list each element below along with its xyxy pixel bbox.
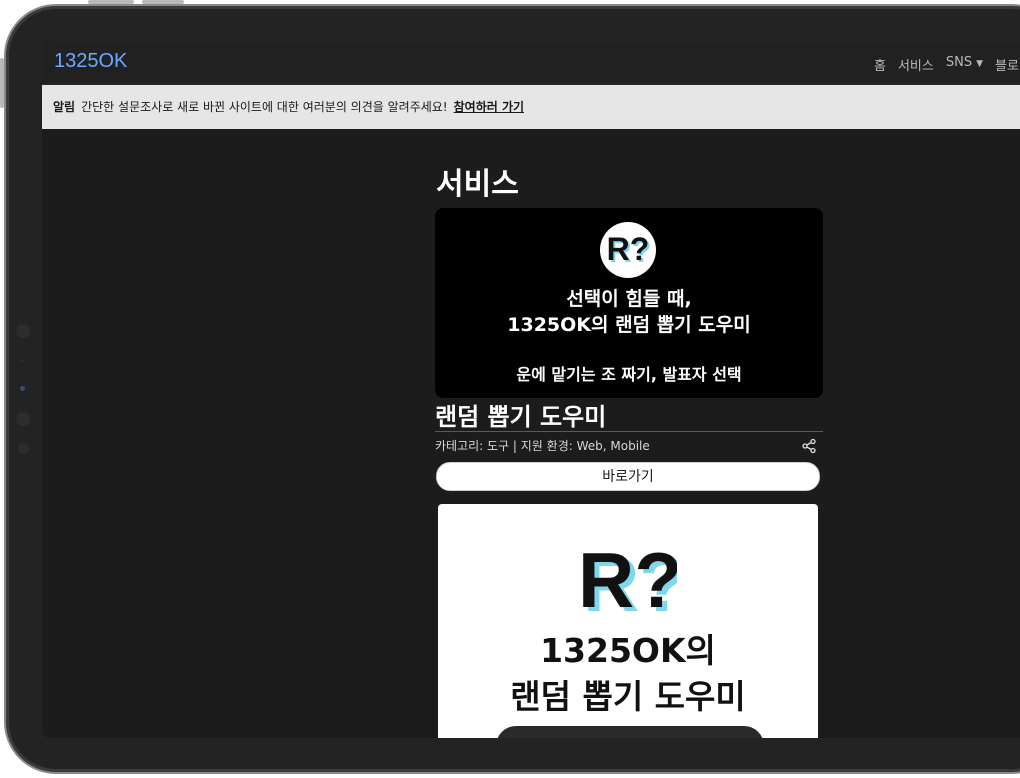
camera-dot-4: [16, 412, 30, 426]
share-icon[interactable]: [801, 438, 817, 454]
camera-dot-2: [21, 359, 24, 362]
banner-subtext: 운에 맡기는 조 짜기, 발표자 선택: [516, 365, 742, 384]
nav-link-home[interactable]: 홈: [874, 55, 886, 74]
nav-links: 홈 서비스 SNS ▼ 블로: [874, 55, 1019, 74]
alert-link[interactable]: 참여하러 가기: [454, 100, 524, 114]
svg-text:R?: R?: [583, 539, 677, 619]
r-question-logo-icon: R? R?: [600, 222, 656, 278]
top-button-right: [142, 0, 184, 4]
alert-bar: 알림 간단한 설문조사로 새로 바뀐 사이트에 대한 여러분의 의견을 알려주세요…: [42, 85, 1020, 129]
service-meta: 카테고리: 도구 | 지원 환경: Web, Mobile: [435, 439, 650, 453]
camera-dot-5: [18, 443, 29, 454]
preview-pill: [496, 726, 764, 738]
brand-logo[interactable]: 1325OK: [54, 50, 127, 73]
nav-link-sns-label: SNS: [945, 55, 973, 70]
top-button-left: [88, 0, 134, 4]
nav-link-blog[interactable]: 블로: [995, 55, 1019, 74]
camera-dot-3: [20, 386, 25, 391]
side-button: [0, 58, 4, 108]
browser-screen: 1325OK 홈 서비스 SNS ▼ 블로 알림 간단한 설문조사로 새로 바뀐 사…: [42, 42, 1020, 738]
svg-text:R?: R?: [607, 231, 650, 267]
camera-dot-1: [16, 324, 30, 338]
alert-message: 간단한 설문조사로 새로 바뀐 사이트에 대한 여러분의 의견을 알려주세요!: [81, 100, 448, 114]
banner-headline-2: 1325OK의 랜덤 뽑기 도우미: [507, 314, 751, 336]
r-question-logo-large-icon: R? R?: [578, 536, 687, 628]
navbar: 1325OK 홈 서비스 SNS ▼ 블로: [42, 42, 1020, 85]
page-title: 서비스: [436, 167, 519, 202]
service-banner[interactable]: R? R? 선택이 힘들 때, 1325OK의 랜덤 뽑기 도우미 운에 맡기는…: [435, 208, 823, 398]
banner-headline-1: 선택이 힘들 때,: [566, 288, 692, 310]
preview-image: R? R? 1325OK의 랜덤 뽑기 도우미: [438, 504, 818, 738]
preview-title-2: 랜덤 뽑기 도우미: [510, 677, 746, 716]
alert-label: 알림: [53, 100, 76, 114]
service-title: 랜덤 뽑기 도우미: [435, 403, 607, 431]
nav-link-sns[interactable]: SNS ▼: [946, 55, 983, 74]
go-button[interactable]: 바로가기: [436, 462, 820, 491]
preview-title-1: 1325OK의: [540, 631, 716, 670]
nav-link-services[interactable]: 서비스: [898, 55, 934, 74]
caret-down-icon: ▼: [976, 59, 984, 69]
divider: [435, 431, 823, 432]
